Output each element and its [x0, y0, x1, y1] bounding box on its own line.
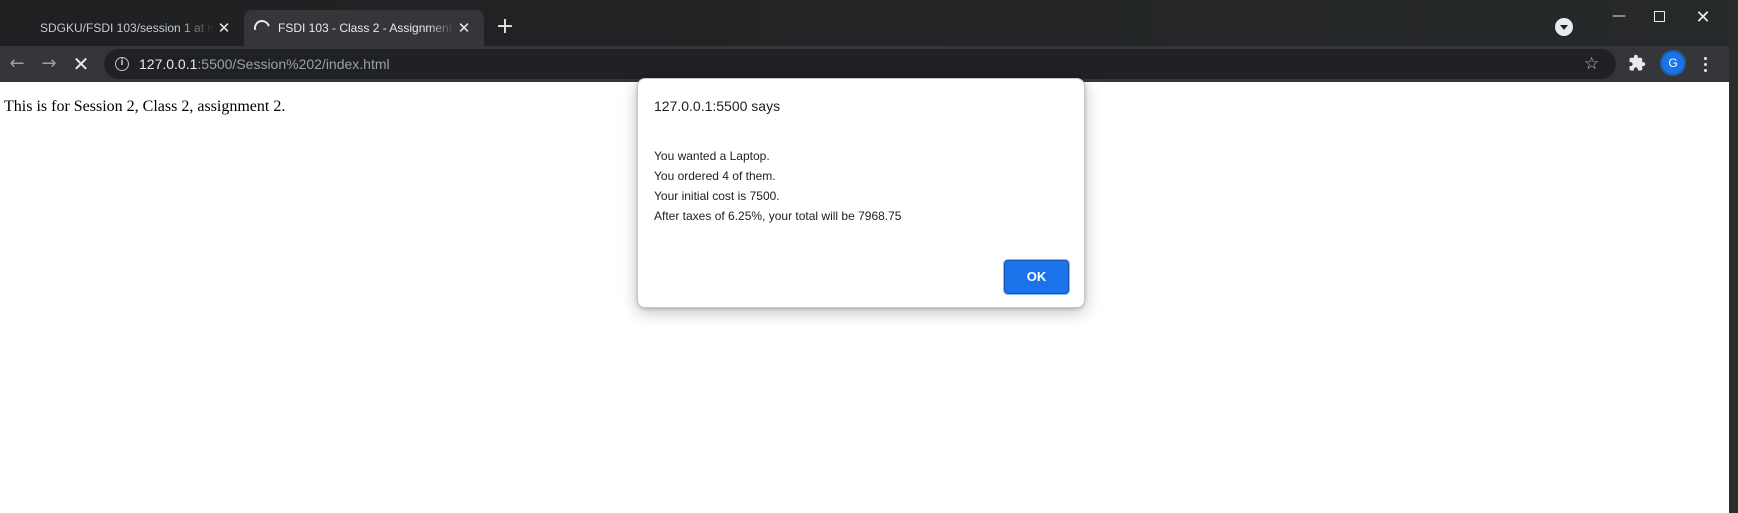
- tab-title: FSDI 103 - Class 2 - Assignment 2: [278, 21, 454, 35]
- loading-spinner-icon: [251, 17, 273, 39]
- forward-button[interactable]: →: [38, 53, 60, 75]
- tab-search-icon[interactable]: [1555, 18, 1573, 36]
- alert-dialog: 127.0.0.1:5500 says You wanted a Laptop.…: [637, 78, 1085, 308]
- desktop-background: [1729, 0, 1738, 513]
- bookmark-star-icon[interactable]: ☆: [1584, 52, 1599, 76]
- extensions-puzzle-icon[interactable]: [1628, 54, 1646, 72]
- maximize-button[interactable]: [1636, 6, 1682, 30]
- tab-close-icon[interactable]: ✕: [214, 18, 234, 38]
- dialog-line: You wanted a Laptop.: [654, 149, 770, 163]
- dialog-line: After taxes of 6.25%, your total will be…: [654, 209, 902, 223]
- back-button[interactable]: ←: [6, 53, 28, 75]
- site-info-icon[interactable]: i: [115, 57, 129, 71]
- url-text[interactable]: 127.0.0.1:5500/Session%202/index.html: [139, 56, 390, 72]
- stop-loading-button[interactable]: ✕: [70, 53, 92, 75]
- tab-assignment[interactable]: FSDI 103 - Class 2 - Assignment 2 ✕: [244, 10, 484, 46]
- tab-close-icon[interactable]: ✕: [454, 18, 474, 38]
- browser-window: SDGKU/FSDI 103/session 1 at main ✕ FSDI …: [0, 0, 1729, 513]
- dialog-title: 127.0.0.1:5500 says: [654, 98, 781, 114]
- browser-toolbar: ← → ✕ i 127.0.0.1:5500/Session%202/index…: [0, 46, 1729, 82]
- tab-title: SDGKU/FSDI 103/session 1 at main: [40, 21, 214, 35]
- dialog-line: Your initial cost is 7500.: [654, 189, 780, 203]
- new-tab-button[interactable]: +: [492, 15, 518, 41]
- window-close-button[interactable]: ✕: [1680, 6, 1726, 30]
- maximize-icon: [1653, 11, 1665, 22]
- tab-strip: SDGKU/FSDI 103/session 1 at main ✕ FSDI …: [0, 0, 1729, 46]
- tab-github[interactable]: SDGKU/FSDI 103/session 1 at main ✕: [28, 10, 244, 46]
- dialog-line: You ordered 4 of them.: [654, 169, 776, 183]
- more-menu-icon[interactable]: [1700, 52, 1710, 76]
- ok-button[interactable]: OK: [1004, 260, 1069, 294]
- page-paragraph: This is for Session 2, Class 2, assignme…: [4, 98, 286, 115]
- url-host: 127.0.0.1: [139, 56, 198, 72]
- dialog-message: You wanted a Laptop. You ordered 4 of th…: [654, 146, 901, 226]
- profile-avatar[interactable]: G: [1662, 52, 1684, 74]
- address-bar[interactable]: i 127.0.0.1:5500/Session%202/index.html …: [104, 49, 1616, 79]
- url-path: :5500/Session%202/index.html: [197, 56, 390, 72]
